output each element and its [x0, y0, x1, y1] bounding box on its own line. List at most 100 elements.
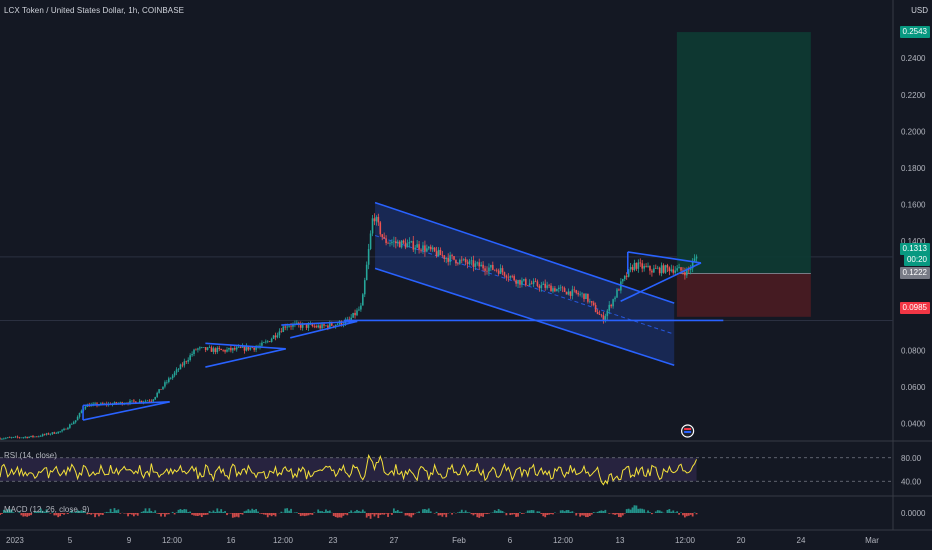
- candle-body: [228, 347, 230, 350]
- candle-body: [24, 436, 27, 438]
- macd-histogram-bar: [247, 509, 250, 513]
- candle-body: [573, 289, 576, 291]
- macd-histogram-bar: [408, 513, 411, 517]
- candle-body: [511, 276, 514, 277]
- macd-histogram-bar: [309, 513, 312, 515]
- candle-body: [278, 331, 281, 336]
- candle-body: [416, 244, 418, 248]
- macd-histogram-bar: [472, 513, 475, 516]
- macd-histogram-bar: [480, 513, 483, 517]
- candle-body: [484, 268, 486, 271]
- macd-histogram-bar: [656, 510, 659, 513]
- macd-indicator-label[interactable]: MACD (12, 26, close, 9): [4, 505, 89, 514]
- candle-body: [197, 348, 199, 350]
- candle-body: [162, 386, 164, 390]
- candle-body: [569, 291, 572, 296]
- macd-histogram-bar: [105, 511, 108, 513]
- macd-histogram-bar: [406, 513, 409, 516]
- channel-fill: [375, 202, 675, 366]
- candle-body: [69, 424, 71, 428]
- candle-body: [323, 324, 325, 326]
- candle-body: [315, 326, 318, 328]
- candle-body: [51, 432, 54, 434]
- candle-body: [544, 283, 547, 288]
- macd-histogram-bar: [499, 510, 502, 513]
- candle-body: [616, 289, 618, 298]
- candle-body: [144, 400, 147, 402]
- macd-histogram-bar: [625, 509, 628, 513]
- candle-body: [462, 259, 465, 260]
- macd-histogram-bar: [179, 509, 182, 513]
- candle-body: [554, 288, 556, 292]
- candle-body: [187, 360, 190, 362]
- candle-body: [666, 265, 669, 268]
- macd-histogram-bar: [115, 510, 118, 513]
- candle-body: [28, 436, 30, 438]
- candle-body: [10, 437, 13, 438]
- candle-body: [84, 406, 87, 409]
- candle-body: [445, 257, 448, 259]
- rsi-band: [0, 457, 697, 482]
- candle-body: [427, 246, 430, 249]
- candle-body: [501, 268, 504, 273]
- candle-body: [154, 396, 157, 400]
- macd-histogram-bar: [588, 513, 591, 517]
- macd-histogram-bar: [181, 509, 184, 513]
- macd-histogram-bar: [220, 509, 223, 513]
- macd-histogram-bar: [676, 511, 679, 513]
- macd-histogram-bar: [641, 508, 644, 513]
- x-tick-label: 9: [127, 536, 132, 545]
- y-tick-label: 0.0800: [901, 347, 926, 356]
- candle-body: [476, 262, 479, 264]
- macd-histogram-bar: [561, 510, 564, 513]
- candle-body: [453, 256, 455, 260]
- candle-body: [629, 267, 632, 270]
- symbol-title[interactable]: LCX Token / United States Dollar, 1h, CO…: [4, 6, 184, 15]
- macd-histogram-bar: [629, 509, 632, 513]
- macd-histogram-bar: [575, 513, 578, 516]
- candle-body: [422, 245, 424, 251]
- candle-body: [695, 256, 698, 259]
- chart-canvas[interactable]: 0.24000.22000.20000.18000.16000.14000.08…: [0, 0, 932, 550]
- candle-body: [631, 267, 634, 271]
- candle-body: [581, 293, 583, 295]
- macd-histogram-bar: [377, 513, 380, 519]
- candle-body: [5, 437, 7, 439]
- macd-histogram-bar: [685, 513, 688, 517]
- macd-histogram-bar: [468, 512, 471, 513]
- macd-histogram-bar: [515, 513, 517, 517]
- macd-histogram-bar: [117, 509, 120, 513]
- candle-body: [270, 338, 273, 342]
- macd-histogram-bar: [528, 510, 531, 513]
- candle-body: [148, 400, 151, 402]
- candle-body: [26, 436, 28, 438]
- macd-histogram-bar: [212, 510, 215, 513]
- macd-histogram-bar: [369, 513, 372, 519]
- candle-body: [0, 438, 1, 440]
- macd-histogram-bar: [239, 513, 242, 515]
- macd-histogram-bar: [224, 511, 226, 513]
- macd-histogram-bar: [404, 513, 407, 516]
- macd-histogram-bar: [583, 513, 585, 516]
- candle-body: [218, 347, 221, 349]
- x-tick-label: 6: [508, 536, 513, 545]
- candle-body: [499, 268, 502, 274]
- macd-histogram-bar: [379, 513, 382, 515]
- candle-body: [651, 270, 653, 273]
- macd-histogram-bar: [672, 510, 675, 513]
- macd-histogram-bar: [222, 511, 225, 513]
- macd-histogram-bar: [101, 513, 104, 516]
- candle-body: [424, 245, 426, 252]
- macd-histogram-bar: [264, 513, 267, 515]
- macd-histogram-bar: [136, 513, 139, 516]
- macd-histogram-bar: [466, 512, 469, 513]
- y-tick-label: 0.1800: [901, 164, 926, 173]
- macd-histogram-bar: [171, 511, 174, 513]
- macd-histogram-bar: [216, 508, 219, 513]
- candle-body: [272, 335, 275, 339]
- macd-histogram-bar: [618, 513, 620, 518]
- rsi-indicator-label[interactable]: RSI (14, close): [4, 451, 57, 460]
- candle-body: [70, 424, 73, 425]
- candle-body: [614, 297, 616, 300]
- candle-body: [449, 255, 451, 262]
